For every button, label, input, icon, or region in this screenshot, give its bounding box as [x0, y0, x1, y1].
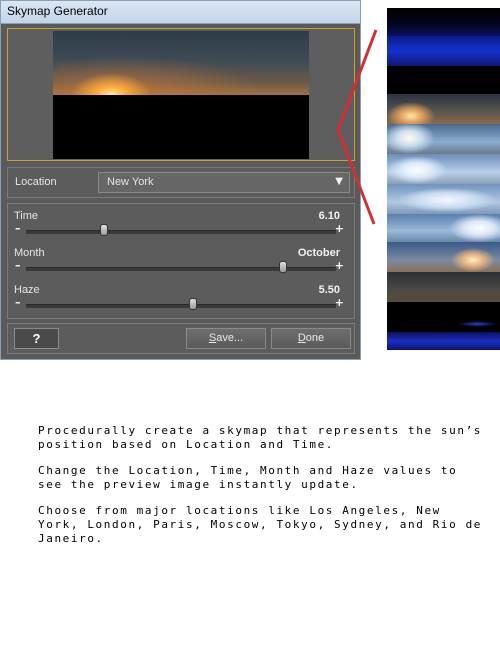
- location-value: New York: [107, 176, 154, 188]
- time-label: Time: [14, 210, 39, 222]
- description-paragraph-2: Change the Location, Time, Month and Haz…: [38, 464, 458, 491]
- time-slider-row: Time 6.10 – +: [8, 206, 354, 242]
- done-button[interactable]: Done: [271, 328, 351, 349]
- haze-slider-track[interactable]: [26, 304, 336, 308]
- skymap-tile: [387, 36, 500, 66]
- slider-panel: Time 6.10 – + Month October – + Haze 5.5…: [7, 203, 355, 319]
- time-slider-thumb[interactable]: [99, 224, 108, 236]
- preview-frame: [7, 28, 355, 161]
- haze-slider-row: Haze 5.50 – +: [8, 280, 354, 316]
- skymap-tile: [387, 302, 500, 332]
- month-decrement-button[interactable]: –: [15, 259, 21, 272]
- save-label: ave...: [216, 332, 244, 344]
- done-label: one: [305, 332, 325, 344]
- skymap-generator-dialog: Skymap Generator Location New York ▼ Tim…: [0, 0, 361, 360]
- preview-sky: [53, 31, 309, 95]
- month-slider-thumb[interactable]: [279, 261, 288, 273]
- skymap-tile: [387, 332, 500, 350]
- button-panel: ? Save... Done: [7, 323, 355, 354]
- skymap-preview-image: [53, 31, 309, 159]
- description-paragraph-1: Procedurally create a skymap that repres…: [38, 424, 483, 451]
- time-decrement-button[interactable]: –: [15, 222, 21, 235]
- skymap-tile: [387, 8, 500, 36]
- description-paragraph-3: Choose from major locations like Los Ang…: [38, 504, 483, 545]
- skymap-tile: [387, 66, 500, 94]
- window-title: Skymap Generator: [7, 4, 108, 18]
- skymap-tile: [387, 242, 500, 272]
- skymap-tile: [387, 154, 500, 184]
- month-increment-button[interactable]: +: [335, 259, 344, 272]
- skymap-tile: [387, 94, 500, 124]
- skymap-tile: [387, 124, 500, 154]
- title-bar[interactable]: Skymap Generator: [1, 1, 360, 24]
- save-button[interactable]: Save...: [186, 328, 266, 349]
- help-button[interactable]: ?: [14, 328, 59, 349]
- month-value: October: [297, 247, 340, 259]
- skymap-strip: [387, 8, 500, 350]
- location-dropdown[interactable]: New York ▼: [98, 172, 350, 193]
- time-slider-track[interactable]: [26, 230, 336, 234]
- description-text: Procedurally create a skymap that repres…: [38, 424, 488, 558]
- location-label: Location: [15, 176, 57, 188]
- skymap-tile: [387, 272, 500, 302]
- month-slider-track[interactable]: [26, 267, 336, 271]
- location-panel: Location New York ▼: [7, 167, 355, 198]
- done-mnemonic: D: [297, 332, 306, 344]
- skymap-tile: [387, 184, 500, 214]
- skymap-tile: [387, 214, 500, 242]
- month-label: Month: [14, 247, 45, 259]
- haze-decrement-button[interactable]: –: [15, 296, 21, 309]
- preview-ground: [53, 95, 309, 159]
- haze-slider-thumb[interactable]: [189, 298, 198, 310]
- month-slider-row: Month October – +: [8, 243, 354, 279]
- pointer-lines: [336, 29, 378, 225]
- haze-label: Haze: [14, 284, 40, 296]
- haze-increment-button[interactable]: +: [335, 296, 344, 309]
- haze-value: 5.50: [318, 284, 340, 296]
- pointer-line: [336, 29, 378, 225]
